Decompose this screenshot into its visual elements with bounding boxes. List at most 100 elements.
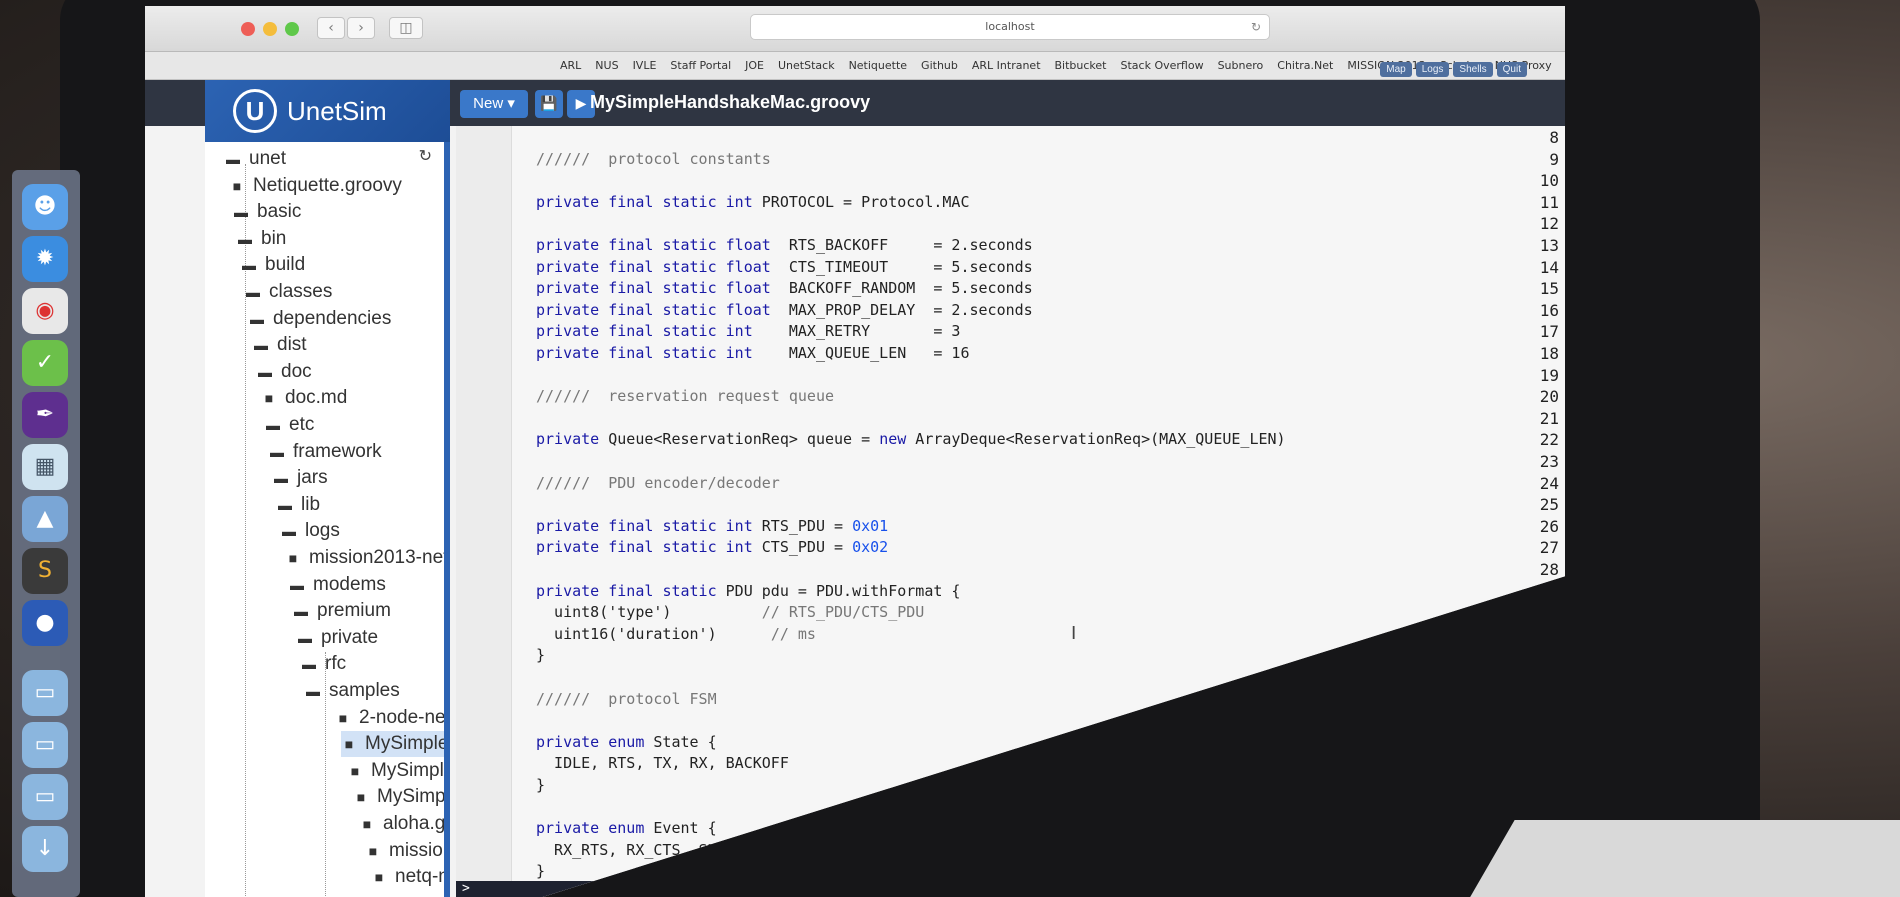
sidebar-toggle-icon[interactable]: ◫ (389, 17, 423, 39)
header-shells-button[interactable]: Shells (1453, 62, 1493, 77)
save-icon[interactable]: 💾 (535, 90, 563, 118)
code-line[interactable]: private final static float RTS_BACKOFF =… (536, 236, 1033, 254)
tree-item[interactable]: ▬ dependencies (249, 306, 391, 332)
finder-icon[interactable]: ☻ (22, 184, 68, 230)
sublime-text-icon[interactable]: S (22, 548, 68, 594)
tree-item[interactable]: ▬ samples (305, 678, 400, 704)
header-actions: Map Logs Shells Quit (1380, 62, 1527, 77)
code-line[interactable]: private final static int PROTOCOL = Prot… (536, 193, 970, 211)
tree-item[interactable]: ▬ modems (289, 572, 386, 598)
code-line[interactable]: } (536, 646, 545, 664)
code-line[interactable]: private final static float CTS_TIMEOUT =… (536, 258, 1033, 276)
bookmark-link[interactable]: ARL Intranet (972, 59, 1041, 72)
tree-item[interactable]: ■ Netiquette.groovy (229, 173, 402, 199)
code-line[interactable]: } (536, 862, 545, 880)
refresh-icon[interactable]: ↻ (419, 146, 432, 165)
back-button[interactable]: ‹ (317, 17, 345, 39)
tree-item[interactable]: ■ mission2013-network (285, 545, 444, 571)
code-line[interactable]: private final static PDU pdu = PDU.withF… (536, 582, 960, 600)
minimize-window-button[interactable] (263, 22, 277, 36)
checklist-icon[interactable]: ✓ (22, 340, 68, 386)
bookmark-link[interactable]: ARL (560, 59, 581, 72)
tree-item[interactable]: ▬ dist (253, 332, 307, 358)
location-app-icon[interactable]: ● (22, 600, 68, 646)
code-line[interactable]: private Queue<ReservationReq> queue = ne… (536, 430, 1286, 448)
folder-icon: ▬ (282, 523, 296, 540)
tree-item[interactable]: ▬ private (297, 625, 378, 651)
tree-item[interactable]: ▬ premium (293, 598, 391, 624)
code-line[interactable]: private final static int CTS_PDU = 0x02 (536, 538, 888, 556)
folder-icon: ▬ (306, 683, 320, 699)
folder-icon: ▬ (298, 629, 312, 646)
tree-item[interactable]: ▬ etc (265, 412, 314, 438)
tree-item[interactable]: ▬ logs (281, 518, 340, 544)
tree-item-label: mission2013-netw (389, 839, 444, 861)
header-logs-button[interactable]: Logs (1415, 62, 1450, 77)
code-line[interactable]: private final static float MAX_PROP_DELA… (536, 301, 1033, 319)
code-line[interactable]: private enum Event { (536, 819, 717, 837)
tree-item[interactable]: ▬ bin (237, 226, 286, 252)
bookmark-link[interactable]: IVLE (633, 59, 657, 72)
tree-item[interactable]: ▬ classes (245, 279, 332, 305)
tree-item[interactable]: ▬ framework (269, 439, 382, 465)
address-bar[interactable]: localhost ↻ (750, 14, 1270, 40)
code-line[interactable]: ////// protocol FSM (536, 690, 717, 708)
code-line[interactable]: ////// reservation request queue (536, 387, 834, 405)
new-button[interactable]: New ▾ (460, 90, 528, 118)
code-line[interactable]: uint16('duration') // ms (536, 625, 816, 643)
bookmark-link[interactable]: Subnero (1218, 59, 1264, 72)
bookmark-link[interactable]: Stack Overflow (1121, 59, 1204, 72)
code-line[interactable]: } (536, 776, 545, 794)
tree-item[interactable]: ▬ jars (273, 465, 328, 491)
tree-item[interactable]: ■ mission2013-netw (365, 838, 444, 864)
tree-item[interactable]: ▬ unet (225, 146, 286, 172)
tree-item[interactable]: ▬ build (241, 252, 305, 278)
header-quit-button[interactable]: Quit (1496, 62, 1527, 77)
chrome-icon[interactable]: ◉ (22, 288, 68, 334)
tree-item[interactable]: ■ aloha.groovy (359, 811, 444, 837)
code-line[interactable]: private final static int MAX_RETRY = 3 (536, 322, 960, 340)
tree-item[interactable]: ▬ lib (277, 492, 320, 518)
file-icon: ■ (356, 789, 366, 806)
folder-icon[interactable]: ▭ (22, 670, 68, 716)
bookmark-link[interactable]: UnetStack (778, 59, 835, 72)
keynote-icon[interactable]: ▲ (22, 496, 68, 542)
bookmark-link[interactable]: Github (921, 59, 958, 72)
code-line[interactable]: IDLE, RTS, TX, RX, BACKOFF (536, 754, 789, 772)
tree-item[interactable]: ▬ rfc (301, 651, 346, 677)
bookmark-link[interactable]: JOE (745, 59, 764, 72)
tree-item[interactable]: ▬ doc (257, 359, 312, 385)
bookmark-link[interactable]: Staff Portal (670, 59, 731, 72)
code-line[interactable]: ////// PDU encoder/decoder (536, 474, 780, 492)
downloads-folder-icon[interactable]: ↓ (22, 826, 68, 872)
tree-item[interactable]: ■ MySimpleHandsha (341, 731, 444, 758)
pen-app-icon[interactable]: ✒ (22, 392, 68, 438)
line-number: 17 (1539, 322, 1559, 342)
tree-item[interactable]: ■ doc.md (261, 385, 348, 411)
code-line[interactable]: private final static int MAX_QUEUE_LEN =… (536, 344, 970, 362)
bookmark-link[interactable]: Netiquette (849, 59, 907, 72)
close-window-button[interactable] (241, 22, 255, 36)
code-line[interactable]: private final static float BACKOFF_RANDO… (536, 279, 1033, 297)
tree-item[interactable]: ■ MySimplestMac.gr (353, 784, 444, 810)
calculator-icon[interactable]: ▦ (22, 444, 68, 490)
code-line[interactable]: private final static int RTS_PDU = 0x01 (536, 517, 888, 535)
header-map-button[interactable]: Map (1380, 62, 1412, 77)
bookmark-link[interactable]: Chitra.Net (1277, 59, 1333, 72)
tree-item[interactable]: ▬ basic (233, 199, 301, 225)
forward-button[interactable]: › (347, 17, 375, 39)
code-line[interactable]: uint8('type') // RTS_PDU/CTS_PDU (536, 603, 924, 621)
tree-item-label: etc (289, 414, 315, 435)
bookmark-link[interactable]: NUS (595, 59, 618, 72)
folder-icon[interactable]: ▭ (22, 774, 68, 820)
folder-icon[interactable]: ▭ (22, 722, 68, 768)
zoom-window-button[interactable] (285, 22, 299, 36)
tree-item[interactable]: ■ 2-node-network.g (335, 705, 444, 731)
bookmark-link[interactable]: Bitbucket (1055, 59, 1107, 72)
code-line[interactable]: private enum State { (536, 733, 717, 751)
reload-icon[interactable]: ↻ (1251, 15, 1261, 39)
code-line[interactable]: ////// protocol constants (536, 150, 771, 168)
tree-item[interactable]: ■ MySimpleThrottle (347, 758, 444, 784)
safari-icon[interactable]: ✹ (22, 236, 68, 282)
tree-item[interactable]: ■ netq-network.groo (371, 864, 444, 890)
